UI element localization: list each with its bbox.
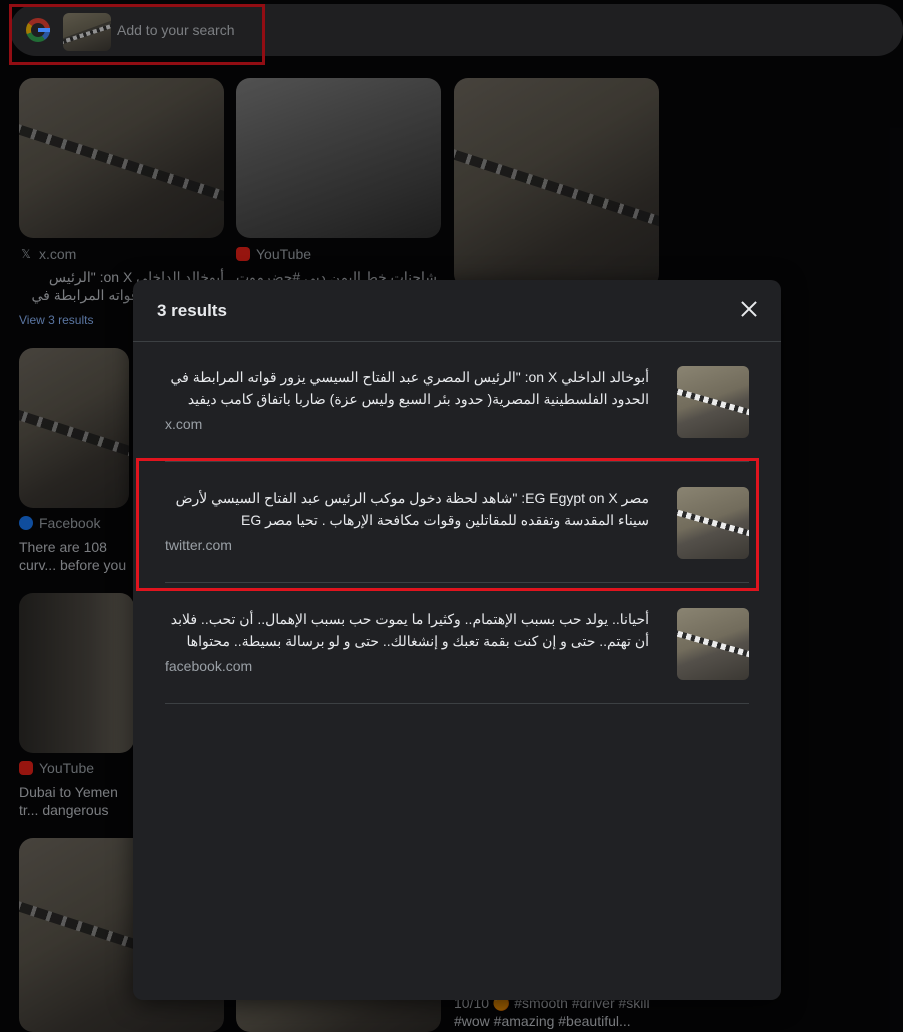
result-item[interactable]: مصر EG Egypt on X: "شاهد لحظة دخول موكب …: [165, 463, 749, 583]
result-thumbnail[interactable]: [677, 487, 749, 559]
close-icon[interactable]: [737, 297, 761, 321]
result-title[interactable]: مصر EG Egypt on X: "شاهد لحظة دخول موكب …: [165, 487, 649, 531]
result-item[interactable]: أحيانا.. يولد حب بسبب الإهتمام.. وكثيرا …: [165, 584, 749, 704]
result-domain: x.com: [165, 416, 203, 432]
result-title[interactable]: أبوخالد الداخلي on X: "الرئيس المصري عبد…: [165, 366, 649, 410]
dialog-title: 3 results: [157, 301, 227, 320]
result-thumbnail[interactable]: [677, 366, 749, 438]
result-domain: facebook.com: [165, 658, 253, 674]
result-title[interactable]: أحيانا.. يولد حب بسبب الإهتمام.. وكثيرا …: [165, 608, 649, 652]
result-domain: twitter.com: [165, 537, 232, 553]
dialog-header: 3 results: [133, 280, 781, 342]
result-item[interactable]: أبوخالد الداخلي on X: "الرئيس المصري عبد…: [165, 342, 749, 462]
result-thumbnail[interactable]: [677, 608, 749, 680]
results-dialog: 3 results أبوخالد الداخلي on X: "الرئيس …: [133, 280, 781, 1000]
